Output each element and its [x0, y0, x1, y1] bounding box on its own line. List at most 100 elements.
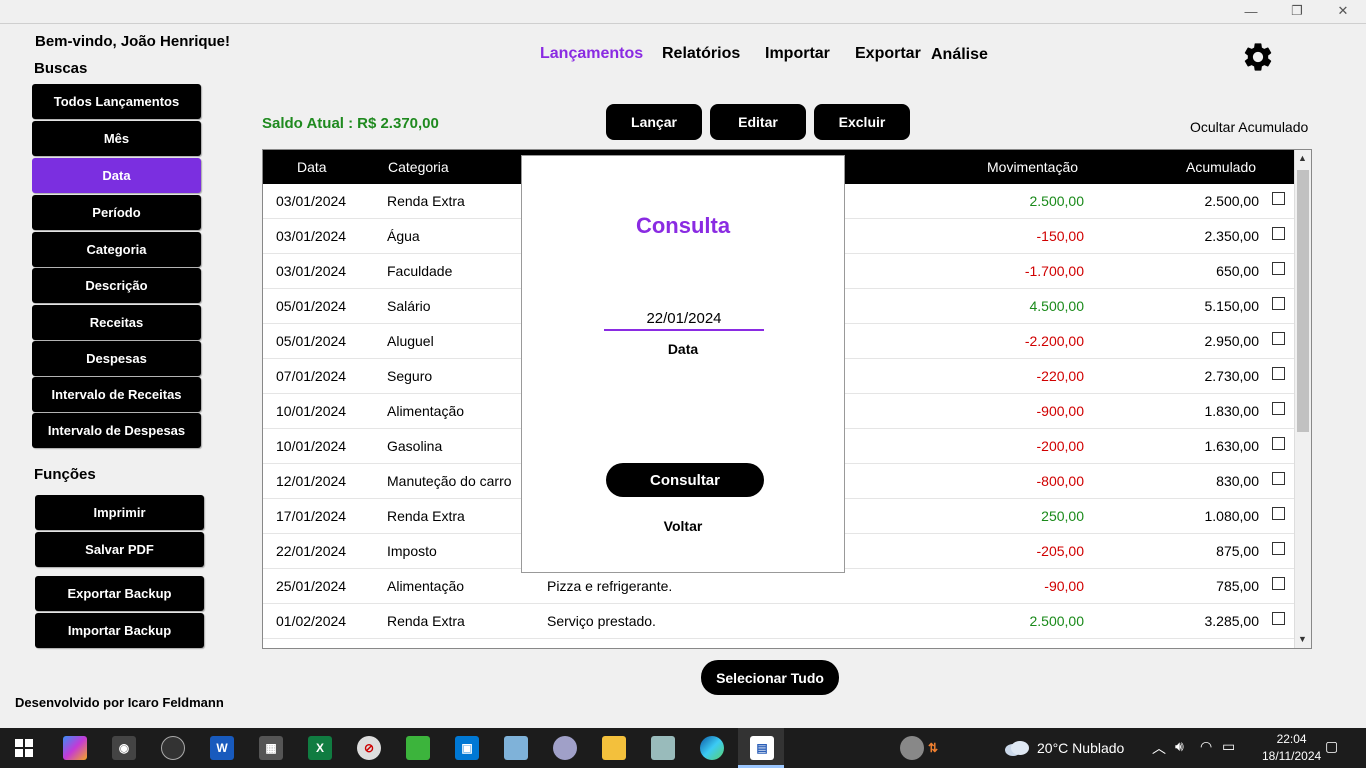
salvar-pdf-button[interactable]: Salvar PDF	[35, 532, 204, 567]
cell-data: 12/01/2024	[276, 473, 347, 489]
editar-button[interactable]: Editar	[710, 104, 806, 140]
intervalo-receitas-button[interactable]: Intervalo de Receitas	[32, 377, 201, 412]
exportar-backup-button[interactable]: Exportar Backup	[35, 576, 204, 611]
nav-lancamentos[interactable]: Lançamentos	[540, 45, 643, 63]
minimize-button[interactable]: —	[1228, 0, 1274, 22]
store-icon[interactable]: ▣	[455, 736, 479, 760]
row-checkbox[interactable]	[1272, 402, 1285, 415]
copilot-icon[interactable]	[63, 736, 87, 760]
header-categoria: Categoria	[388, 159, 449, 175]
voltar-link[interactable]: Voltar	[522, 518, 844, 534]
mes-button[interactable]: Mês	[32, 121, 201, 156]
nav-exportar[interactable]: Exportar	[855, 45, 921, 63]
photos-icon[interactable]	[161, 736, 185, 760]
notebook-app-icon[interactable]	[504, 736, 528, 760]
categoria-button[interactable]: Categoria	[32, 232, 201, 267]
cell-movimentacao: -90,00	[1044, 578, 1084, 594]
buscas-title: Buscas	[34, 60, 88, 77]
cell-categoria: Gasolina	[387, 438, 443, 454]
chevron-up-icon[interactable]: ︿	[1152, 738, 1166, 758]
wifi-icon[interactable]: ◠	[1200, 738, 1212, 755]
cell-descricao: Serviço prestado.	[547, 613, 656, 629]
row-checkbox[interactable]	[1272, 612, 1285, 625]
tray-app-icon[interactable]	[900, 736, 924, 760]
excluir-button[interactable]: Excluir	[814, 104, 910, 140]
developer-credit: Desenvolvido por Icaro Feldmann	[15, 695, 224, 710]
monitor-app-icon[interactable]	[651, 736, 675, 760]
cell-data: 10/01/2024	[276, 438, 347, 454]
receitas-button[interactable]: Receitas	[32, 305, 201, 340]
row-checkbox[interactable]	[1272, 437, 1285, 450]
word-icon[interactable]: W	[210, 736, 234, 760]
scroll-thumb[interactable]	[1297, 170, 1309, 432]
selecionar-tudo-button[interactable]: Selecionar Tudo	[701, 660, 839, 695]
cell-movimentacao: -900,00	[1036, 403, 1084, 419]
row-checkbox[interactable]	[1272, 262, 1285, 275]
cell-acumulado: 3.285,00	[1204, 613, 1260, 629]
notifications-icon[interactable]: ▢	[1325, 738, 1338, 755]
ocultar-acumulado-toggle[interactable]: Ocultar Acumulado	[1190, 119, 1308, 135]
date-input-label: Data	[667, 341, 699, 357]
edge-icon[interactable]	[700, 736, 724, 760]
cell-movimentacao: -1.700,00	[1024, 263, 1084, 279]
row-checkbox[interactable]	[1272, 227, 1285, 240]
consultar-button[interactable]: Consultar	[606, 463, 764, 497]
cell-categoria: Alimentação	[387, 578, 465, 594]
cell-data: 03/01/2024	[276, 193, 347, 209]
clock-app-icon[interactable]: ⊘	[357, 736, 381, 760]
table-scrollbar[interactable]: ▲ ▼	[1294, 150, 1311, 648]
cell-acumulado: 2.350,00	[1204, 228, 1260, 244]
file-explorer-icon[interactable]	[602, 736, 626, 760]
row-checkbox[interactable]	[1272, 577, 1285, 590]
system-clock[interactable]: 22:04 18/11/2024	[1262, 731, 1321, 765]
periodo-button[interactable]: Período	[32, 195, 201, 230]
row-checkbox[interactable]	[1272, 332, 1285, 345]
sheets-app-icon[interactable]	[406, 736, 430, 760]
row-checkbox[interactable]	[1272, 507, 1285, 520]
importar-backup-button[interactable]: Importar Backup	[35, 613, 204, 648]
cell-data: 05/01/2024	[276, 298, 347, 314]
row-checkbox[interactable]	[1272, 367, 1285, 380]
weather-text[interactable]: 20°C Nublado	[1037, 740, 1124, 756]
speaker-icon[interactable]: 🔊︎	[1175, 738, 1184, 755]
cell-categoria: Renda Extra	[387, 613, 465, 629]
table-row[interactable]: 01/02/2024 Renda Extra Serviço prestado. 2.…	[263, 604, 1294, 639]
row-checkbox[interactable]	[1272, 472, 1285, 485]
cell-categoria: Faculdade	[387, 263, 453, 279]
excel-icon[interactable]: X	[308, 736, 332, 760]
table-row[interactable]: 25/01/2024 Alimentação Pizza e refrigerant…	[263, 569, 1294, 604]
cell-categoria: Imposto	[387, 543, 437, 559]
nav-relatorios[interactable]: Relatórios	[662, 45, 740, 63]
windows-start-icon[interactable]	[15, 739, 33, 757]
row-checkbox[interactable]	[1272, 542, 1285, 555]
gear-icon[interactable]	[1241, 40, 1275, 74]
intervalo-despesas-button[interactable]: Intervalo de Despesas	[32, 413, 201, 448]
despesas-button[interactable]: Despesas	[32, 341, 201, 376]
lancar-button[interactable]: Lançar	[606, 104, 702, 140]
date-input[interactable]	[604, 307, 764, 331]
imprimir-button[interactable]: Imprimir	[35, 495, 204, 530]
cell-acumulado: 5.150,00	[1204, 298, 1260, 314]
finance-app-icon[interactable]: ▤	[750, 736, 774, 760]
restore-button[interactable]: ❐	[1274, 0, 1320, 22]
cell-movimentacao: 2.500,00	[1029, 613, 1085, 629]
nav-importar[interactable]: Importar	[765, 45, 830, 63]
todos-lancamentos-button[interactable]: Todos Lançamentos	[32, 84, 201, 119]
descricao-button[interactable]: Descrição	[32, 268, 201, 303]
consulta-dialog: Consulta Data Consultar Voltar	[521, 155, 845, 573]
scroll-up-arrow-icon[interactable]: ▲	[1298, 153, 1307, 163]
data-button[interactable]: Data	[32, 158, 201, 193]
paint-icon[interactable]	[553, 736, 577, 760]
cell-data: 03/01/2024	[276, 228, 347, 244]
close-button[interactable]: ✕	[1320, 0, 1366, 22]
cell-categoria: Seguro	[387, 368, 433, 384]
tray-arrows-icon[interactable]: ⇅	[927, 736, 939, 760]
battery-icon[interactable]: ▭	[1222, 738, 1235, 755]
row-checkbox[interactable]	[1272, 192, 1285, 205]
row-checkbox[interactable]	[1272, 297, 1285, 310]
camera-icon[interactable]: ◉	[112, 736, 136, 760]
nav-analise[interactable]: Análise	[931, 46, 988, 64]
calculator-icon[interactable]: ▦	[259, 736, 283, 760]
scroll-down-arrow-icon[interactable]: ▼	[1298, 634, 1307, 644]
cell-acumulado: 830,00	[1216, 473, 1259, 489]
